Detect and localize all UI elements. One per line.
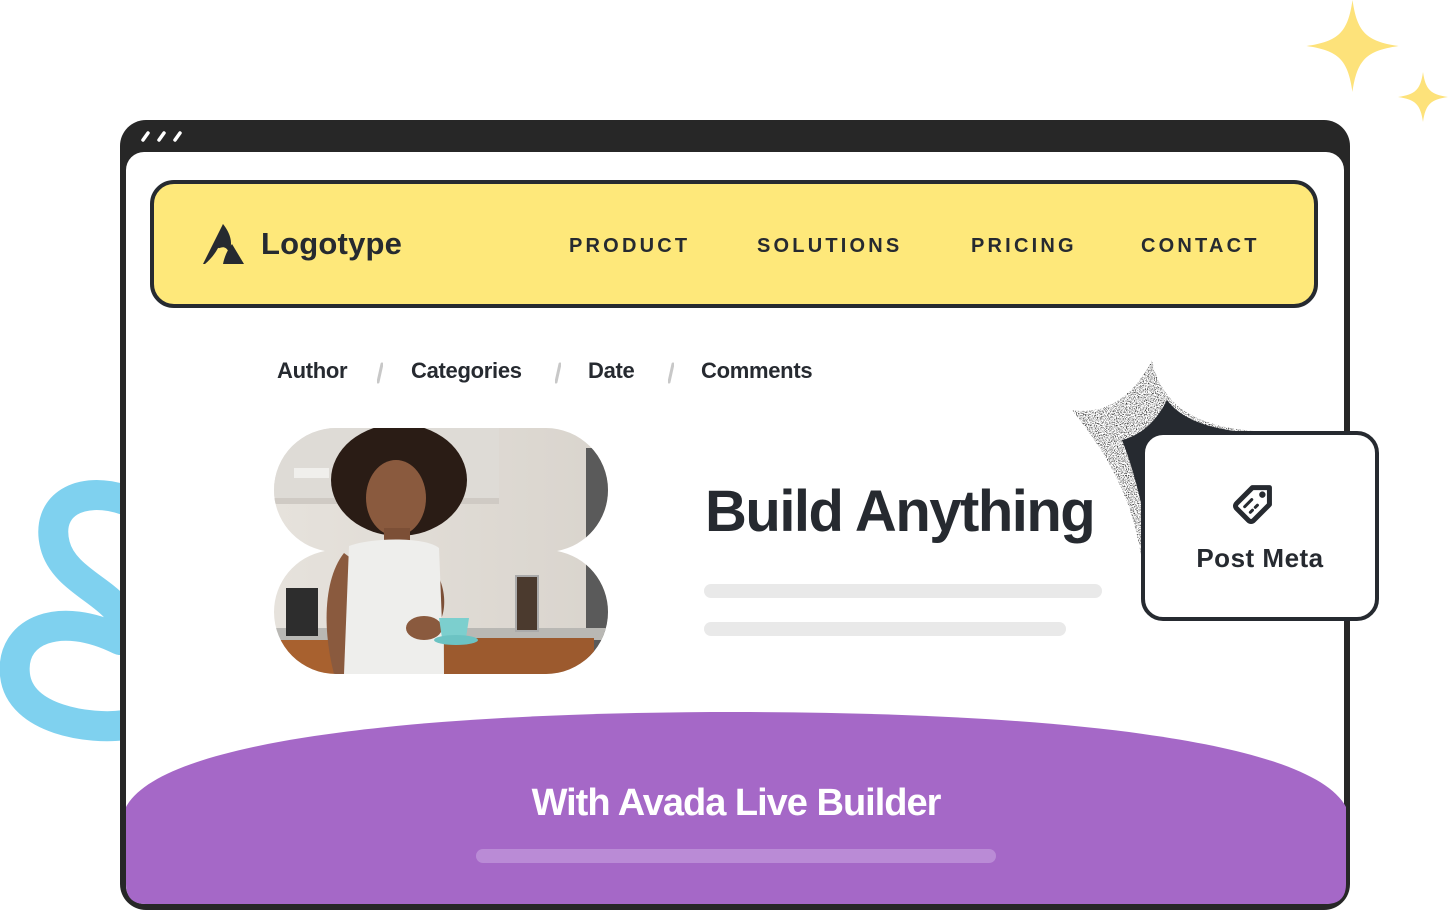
meta-separator bbox=[668, 362, 674, 384]
logo-text[interactable]: Logotype bbox=[261, 226, 402, 262]
logo-mark-icon[interactable] bbox=[203, 222, 245, 266]
sparkle-large-icon bbox=[1306, 0, 1399, 92]
window-control-dot bbox=[157, 131, 166, 142]
window-control-dot bbox=[173, 131, 182, 142]
squiggle-decoration bbox=[0, 480, 130, 742]
placeholder-text-line bbox=[704, 622, 1066, 636]
window-controls bbox=[141, 131, 182, 142]
meta-date[interactable]: Date bbox=[588, 358, 635, 384]
sparkle-small-icon bbox=[1398, 72, 1448, 122]
window-control-dot bbox=[141, 131, 150, 142]
meta-author[interactable]: Author bbox=[277, 358, 348, 384]
placeholder-text-line bbox=[704, 584, 1102, 598]
post-meta-card-label[interactable]: Post Meta bbox=[1141, 543, 1379, 574]
meta-comments[interactable]: Comments bbox=[701, 358, 813, 384]
meta-separator bbox=[555, 362, 561, 384]
nav-item-pricing[interactable]: PRICING bbox=[971, 235, 1077, 258]
nav-item-contact[interactable]: CONTACT bbox=[1141, 235, 1260, 258]
nav-item-solutions[interactable]: SOLUTIONS bbox=[757, 235, 902, 258]
nav-item-product[interactable]: PRODUCT bbox=[569, 235, 690, 258]
tag-icon bbox=[1233, 485, 1272, 524]
hero-headline: Build Anything bbox=[705, 479, 1096, 544]
footer-placeholder-bar bbox=[476, 849, 996, 863]
footer-banner-text: With Avada Live Builder bbox=[531, 782, 942, 824]
hero-image bbox=[274, 428, 608, 674]
meta-categories[interactable]: Categories bbox=[411, 358, 522, 384]
meta-separator bbox=[377, 362, 383, 384]
